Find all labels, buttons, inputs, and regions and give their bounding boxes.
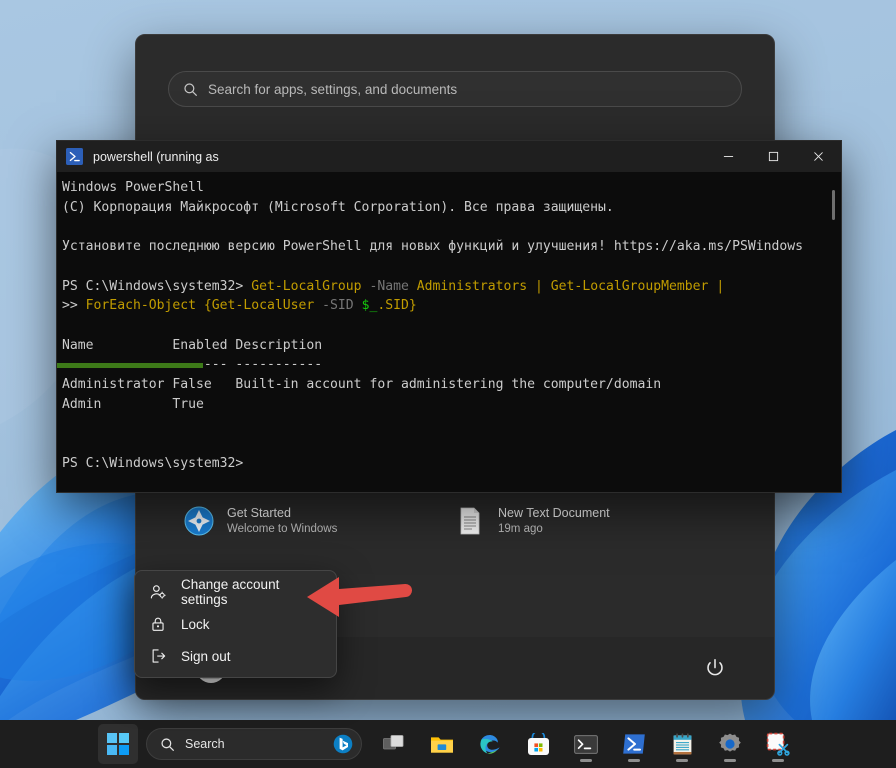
powershell-icon bbox=[622, 733, 646, 755]
recommended-text: Get Started Welcome to Windows bbox=[227, 505, 337, 537]
microsoft-store-icon bbox=[527, 733, 550, 756]
taskbar-button-terminal[interactable] bbox=[566, 724, 606, 764]
file-explorer-icon bbox=[430, 734, 454, 755]
recommended-title: New Text Document bbox=[498, 505, 610, 521]
recommended-subtitle: Welcome to Windows bbox=[227, 521, 337, 537]
notepad-icon bbox=[672, 733, 693, 756]
start-search-container: Search for apps, settings, and documents bbox=[136, 35, 774, 107]
recommended-item-new-text-document[interactable]: New Text Document 19m ago bbox=[455, 505, 726, 537]
running-indicator bbox=[724, 759, 736, 762]
search-icon bbox=[183, 82, 198, 97]
taskbar-button-snipping-tool[interactable] bbox=[758, 724, 798, 764]
desktop-screen: Search for apps, settings, and documents… bbox=[0, 0, 896, 768]
powershell-icon bbox=[66, 148, 83, 165]
maximize-icon bbox=[768, 151, 779, 162]
powershell-title-bar[interactable]: powershell (running as bbox=[57, 141, 841, 172]
settings-icon bbox=[718, 732, 742, 756]
minimize-button[interactable] bbox=[706, 141, 751, 172]
start-search-placeholder: Search for apps, settings, and documents bbox=[208, 82, 457, 97]
running-indicator bbox=[772, 759, 784, 762]
context-menu-item-label: Sign out bbox=[181, 649, 231, 664]
powershell-window[interactable]: powershell (running as bbox=[56, 140, 842, 493]
taskbar-button-task-view[interactable] bbox=[374, 724, 414, 764]
powershell-window-title: powershell (running as bbox=[93, 150, 219, 164]
red-arrow-annotation bbox=[305, 572, 413, 622]
close-icon bbox=[813, 151, 824, 162]
taskbar-button-file-explorer[interactable] bbox=[422, 724, 462, 764]
taskbar-button-settings[interactable] bbox=[710, 724, 750, 764]
start-search-input[interactable]: Search for apps, settings, and documents bbox=[168, 71, 742, 107]
recommended-subtitle: 19m ago bbox=[498, 521, 610, 537]
taskbar-search-box[interactable]: Search bbox=[146, 728, 362, 760]
start-button[interactable] bbox=[98, 724, 138, 764]
context-menu-item-label: Change account settings bbox=[181, 577, 324, 607]
sign-out-icon bbox=[149, 647, 167, 665]
taskbar-button-powershell[interactable] bbox=[614, 724, 654, 764]
recommended-section: Get Started Welcome to Windows New Text … bbox=[136, 505, 774, 537]
taskbar: Search bbox=[0, 720, 896, 768]
close-button[interactable] bbox=[796, 141, 841, 172]
get-started-icon bbox=[184, 506, 214, 536]
text-document-icon bbox=[455, 506, 485, 536]
taskbar-button-edge[interactable] bbox=[470, 724, 510, 764]
terminal-icon bbox=[574, 735, 598, 754]
context-menu-item-sign-out[interactable]: Sign out bbox=[135, 640, 336, 672]
running-indicator bbox=[628, 759, 640, 762]
windows-start-icon bbox=[107, 733, 129, 755]
edge-icon bbox=[478, 732, 502, 756]
powershell-console-output[interactable]: Windows PowerShell (C) Корпорация Майкро… bbox=[57, 172, 841, 492]
search-icon bbox=[160, 737, 175, 752]
account-settings-icon bbox=[149, 583, 167, 601]
task-view-icon bbox=[383, 734, 405, 754]
running-indicator bbox=[676, 759, 688, 762]
taskbar-search-label: Search bbox=[185, 737, 225, 751]
taskbar-button-notepad[interactable] bbox=[662, 724, 702, 764]
console-scrollbar-thumb[interactable] bbox=[832, 190, 835, 220]
maximize-button[interactable] bbox=[751, 141, 796, 172]
taskbar-button-microsoft-store[interactable] bbox=[518, 724, 558, 764]
bing-icon[interactable] bbox=[333, 734, 353, 754]
recommended-title: Get Started bbox=[227, 505, 337, 521]
snipping-tool-icon bbox=[766, 732, 790, 756]
console-text: Windows PowerShell (C) Корпорация Майкро… bbox=[62, 178, 841, 474]
power-icon[interactable] bbox=[704, 657, 726, 679]
green-highlight-annotation bbox=[57, 363, 203, 368]
window-controls bbox=[706, 141, 841, 172]
running-indicator bbox=[580, 759, 592, 762]
recommended-item-get-started[interactable]: Get Started Welcome to Windows bbox=[184, 505, 455, 537]
lock-icon bbox=[149, 615, 167, 633]
recommended-text: New Text Document 19m ago bbox=[498, 505, 610, 537]
minimize-icon bbox=[723, 151, 734, 162]
context-menu-item-label: Lock bbox=[181, 617, 210, 632]
